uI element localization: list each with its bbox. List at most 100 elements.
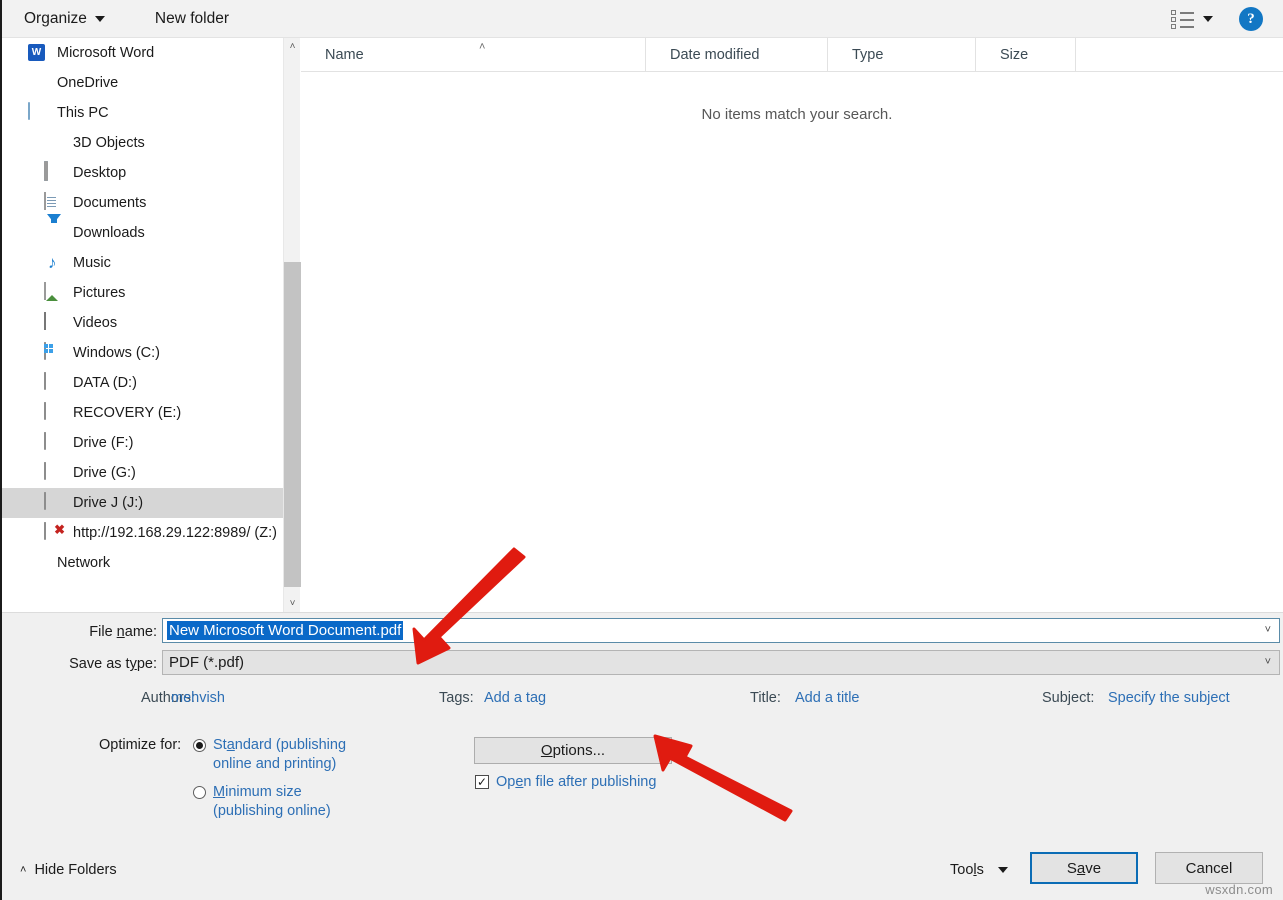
sidebar-item-drive-f[interactable]: Drive (F:) [2,428,283,458]
radio-selected-dot [196,742,203,749]
new-folder-label: New folder [154,9,229,27]
sidebar-item-windows-c[interactable]: Windows (C:) [2,338,283,368]
drive-icon [44,492,64,513]
column-header-date-modified[interactable]: Date modified [646,37,828,72]
navigation-sidebar[interactable]: W Microsoft Word OneDrive This PC 3D Obj… [2,38,283,612]
options-button[interactable]: Options... [474,737,672,764]
3d-objects-icon [44,133,64,153]
sidebar-item-this-pc[interactable]: This PC [2,98,283,128]
hide-folders-button[interactable]: ˄ Hide Folders [20,862,117,878]
authors-value[interactable]: mehvish [171,690,225,706]
sidebar-item-microsoft-word[interactable]: W Microsoft Word [2,38,283,68]
sidebar-item-network-drive-z[interactable]: ✖ http://192.168.29.122:8989/ (Z:) [2,518,283,548]
sidebar-item-music[interactable]: ♪ Music [2,248,283,278]
open-file-after-publishing-checkbox[interactable]: ✓ Open file after publishing [475,774,656,790]
sidebar-item-drive-g[interactable]: Drive (G:) [2,458,283,488]
sidebar-item-3d-objects[interactable]: 3D Objects [2,128,283,158]
save-as-type-select[interactable]: PDF (*.pdf) ˅ [162,650,1280,675]
sidebar-item-downloads[interactable]: Downloads [2,214,283,248]
pictures-icon [44,282,64,303]
windows-drive-icon [44,342,64,363]
column-header-label: Date modified [670,46,760,63]
sidebar-item-label: http://192.168.29.122:8989/ (Z:) [73,525,277,541]
new-folder-button[interactable]: New folder [147,6,237,32]
this-pc-icon [28,102,48,123]
column-header-name[interactable]: Name ˄ [301,37,646,72]
column-header-size[interactable]: Size [976,37,1076,72]
sidebar-item-label: DATA (D:) [73,375,137,391]
sidebar-item-label: Drive J (J:) [73,495,144,511]
drive-icon [44,462,64,483]
toolbar-right-group: ? [1171,0,1283,38]
documents-icon [44,192,64,213]
column-header-label: Type [852,46,884,63]
help-button[interactable]: ? [1239,7,1263,31]
tags-value[interactable]: Add a tag [484,690,546,706]
tags-label: Tags: [439,690,474,706]
sidebar-item-label: OneDrive [57,75,119,91]
network-icon [28,553,48,573]
file-name-value: New Microsoft Word Document.pdf [167,621,404,640]
column-header-type[interactable]: Type [828,37,976,72]
sidebar-item-label: RECOVERY (E:) [73,405,182,421]
chevron-down-icon [997,867,1008,873]
sidebar-item-onedrive[interactable]: OneDrive [2,68,283,98]
tools-button[interactable]: Tools [944,858,1014,882]
sidebar-item-recovery-e[interactable]: RECOVERY (E:) [2,398,283,428]
empty-list-message: No items match your search. [701,106,893,123]
sidebar-item-label: Documents [73,195,147,211]
drive-icon [44,402,64,423]
radio-standard-label[interactable]: Standard (publishing online and printing… [213,736,423,774]
cancel-button[interactable]: Cancel [1155,852,1263,884]
optimize-for-label: Optimize for: [99,737,182,753]
drive-icon [44,372,64,393]
videos-icon [44,312,64,333]
save-button[interactable]: Save [1030,852,1138,884]
sidebar-item-data-d[interactable]: DATA (D:) [2,368,283,398]
chevron-down-icon[interactable]: ˅ [1265,624,1271,636]
column-header-label: Name [325,46,364,63]
scroll-up-arrow-icon[interactable]: ˄ [284,38,301,55]
view-options-chevron-down-icon[interactable] [1203,16,1213,22]
chevron-up-icon: ˄ [20,864,27,876]
list-view-icon[interactable] [1171,9,1197,29]
scrollbar-thumb[interactable] [284,262,301,587]
watermark: wsxdn.com [1205,882,1273,897]
radio-minimum-size[interactable] [193,786,206,799]
sidebar-item-label: Windows (C:) [73,345,161,361]
file-name-label: File name: [89,624,157,640]
sidebar-item-desktop[interactable]: Desktop [2,158,283,188]
sidebar-item-label: Downloads [73,225,145,241]
sidebar-item-pictures[interactable]: Pictures [2,278,283,308]
radio-minimum-size-label[interactable]: Minimum size (publishing online) [213,783,423,821]
sidebar-item-label: Pictures [73,285,126,301]
file-list-column-headers: Name ˄ Date modified Type Size [301,37,1283,72]
save-as-type-label: Save as type: [69,656,157,672]
title-value[interactable]: Add a title [795,690,860,706]
file-list-pane: Name ˄ Date modified Type Size No items … [301,37,1283,612]
drive-icon [44,432,64,453]
onedrive-icon [28,73,48,93]
checkbox-checked-icon[interactable]: ✓ [475,775,489,789]
radio-standard[interactable] [193,739,206,752]
file-name-input[interactable]: New Microsoft Word Document.pdf ˅ [162,618,1280,643]
sidebar-item-label: Microsoft Word [57,45,155,61]
save-as-dialog: Organize New folder ? W Microsoft Word O… [0,0,1283,900]
sidebar-item-drive-j[interactable]: Drive J (J:) [2,488,283,518]
sidebar-item-network[interactable]: Network [2,548,283,578]
scroll-down-arrow-icon[interactable]: ˅ [284,595,301,612]
save-as-type-value: PDF (*.pdf) [169,654,245,671]
chevron-down-icon[interactable]: ˅ [1265,656,1271,668]
tools-label: Tools [950,862,984,878]
subject-value[interactable]: Specify the subject [1108,690,1230,706]
chevron-down-icon [94,15,105,22]
sidebar-scrollbar[interactable]: ˄ ˅ [283,38,301,612]
organize-button[interactable]: Organize [16,6,113,32]
sidebar-item-videos[interactable]: Videos [2,308,283,338]
sidebar-item-documents[interactable]: Documents [2,188,283,218]
open-file-after-publishing-label: Open file after publishing [496,774,657,790]
sidebar-item-label: Music [73,255,111,271]
sidebar-item-label: Desktop [73,165,127,181]
word-icon: W [28,43,48,63]
organize-label: Organize [24,9,87,27]
